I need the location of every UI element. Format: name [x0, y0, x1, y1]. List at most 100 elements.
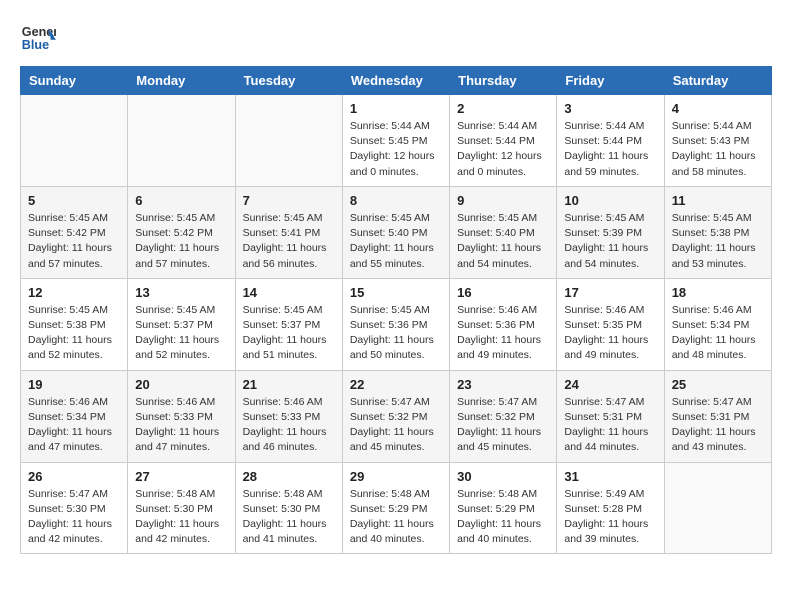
day-number: 24 — [564, 377, 656, 392]
day-cell: 9 Sunrise: 5:45 AM Sunset: 5:40 PM Daylig… — [450, 186, 557, 278]
day-info: Sunrise: 5:46 AM Sunset: 5:36 PM Dayligh… — [457, 303, 549, 364]
day-number: 20 — [135, 377, 227, 392]
day-info: Sunrise: 5:49 AM Sunset: 5:28 PM Dayligh… — [564, 487, 656, 548]
day-info: Sunrise: 5:48 AM Sunset: 5:29 PM Dayligh… — [457, 487, 549, 548]
logo: General Blue — [20, 20, 56, 56]
day-cell: 28 Sunrise: 5:48 AM Sunset: 5:30 PM Dayli… — [235, 462, 342, 554]
weekday-thursday: Thursday — [450, 67, 557, 95]
day-cell: 19Sunrise: 5:46 AM Sunset: 5:34 PM Dayli… — [21, 370, 128, 462]
week-row-2: 5 Sunrise: 5:45 AM Sunset: 5:42 PM Daylig… — [21, 186, 772, 278]
day-number: 27 — [135, 469, 227, 484]
day-number: 4 — [672, 101, 764, 116]
day-cell: 14Sunrise: 5:45 AM Sunset: 5:37 PM Dayli… — [235, 278, 342, 370]
day-number: 7 — [243, 193, 335, 208]
day-info: Sunrise: 5:45 AM Sunset: 5:41 PM Dayligh… — [243, 211, 335, 272]
day-number: 30 — [457, 469, 549, 484]
day-cell: 11 Sunrise: 5:45 AM Sunset: 5:38 PM Dayli… — [664, 186, 771, 278]
day-number: 28 — [243, 469, 335, 484]
day-number: 16 — [457, 285, 549, 300]
weekday-sunday: Sunday — [21, 67, 128, 95]
day-number: 6 — [135, 193, 227, 208]
day-info: Sunrise: 5:44 AM Sunset: 5:43 PM Dayligh… — [672, 119, 764, 180]
day-info: Sunrise: 5:44 AM Sunset: 5:45 PM Dayligh… — [350, 119, 442, 180]
day-number: 8 — [350, 193, 442, 208]
day-cell: 1 Sunrise: 5:44 AM Sunset: 5:45 PM Daylig… — [342, 95, 449, 187]
day-number: 29 — [350, 469, 442, 484]
day-cell: 6 Sunrise: 5:45 AM Sunset: 5:42 PM Daylig… — [128, 186, 235, 278]
day-cell: 10 Sunrise: 5:45 AM Sunset: 5:39 PM Dayli… — [557, 186, 664, 278]
day-cell: 12 Sunrise: 5:45 AM Sunset: 5:38 PM Dayli… — [21, 278, 128, 370]
day-info: Sunrise: 5:48 AM Sunset: 5:29 PM Dayligh… — [350, 487, 442, 548]
day-info: Sunrise: 5:47 AM Sunset: 5:32 PM Dayligh… — [457, 395, 549, 456]
day-cell: 26 Sunrise: 5:47 AM Sunset: 5:30 PM Dayli… — [21, 462, 128, 554]
day-number: 1 — [350, 101, 442, 116]
day-cell: 4 Sunrise: 5:44 AM Sunset: 5:43 PM Daylig… — [664, 95, 771, 187]
day-number: 15 — [350, 285, 442, 300]
day-cell — [664, 462, 771, 554]
day-info: Sunrise: 5:45 AM Sunset: 5:39 PM Dayligh… — [564, 211, 656, 272]
day-number: 14 — [243, 285, 335, 300]
day-info: Sunrise: 5:46 AM Sunset: 5:35 PM Dayligh… — [564, 303, 656, 364]
day-info: Sunrise: 5:45 AM Sunset: 5:38 PM Dayligh… — [672, 211, 764, 272]
day-info: Sunrise: 5:46 AM Sunset: 5:34 PM Dayligh… — [672, 303, 764, 364]
day-number: 26 — [28, 469, 120, 484]
day-number: 17 — [564, 285, 656, 300]
day-cell: 8 Sunrise: 5:45 AM Sunset: 5:40 PM Daylig… — [342, 186, 449, 278]
day-cell: 17 Sunrise: 5:46 AM Sunset: 5:35 PM Dayli… — [557, 278, 664, 370]
day-info: Sunrise: 5:45 AM Sunset: 5:38 PM Dayligh… — [28, 303, 120, 364]
day-number: 9 — [457, 193, 549, 208]
day-number: 25 — [672, 377, 764, 392]
day-info: Sunrise: 5:47 AM Sunset: 5:31 PM Dayligh… — [564, 395, 656, 456]
day-info: Sunrise: 5:45 AM Sunset: 5:40 PM Dayligh… — [350, 211, 442, 272]
day-cell: 21 Sunrise: 5:46 AM Sunset: 5:33 PM Dayli… — [235, 370, 342, 462]
day-cell — [21, 95, 128, 187]
day-info: Sunrise: 5:47 AM Sunset: 5:30 PM Dayligh… — [28, 487, 120, 548]
weekday-saturday: Saturday — [664, 67, 771, 95]
page-header: General Blue — [20, 20, 772, 56]
day-number: 23 — [457, 377, 549, 392]
day-cell: 2Sunrise: 5:44 AM Sunset: 5:44 PM Daylig… — [450, 95, 557, 187]
day-number: 18 — [672, 285, 764, 300]
day-info: Sunrise: 5:46 AM Sunset: 5:33 PM Dayligh… — [135, 395, 227, 456]
day-info: Sunrise: 5:47 AM Sunset: 5:31 PM Dayligh… — [672, 395, 764, 456]
day-cell: 31 Sunrise: 5:49 AM Sunset: 5:28 PM Dayli… — [557, 462, 664, 554]
day-number: 21 — [243, 377, 335, 392]
day-cell: 15Sunrise: 5:45 AM Sunset: 5:36 PM Dayli… — [342, 278, 449, 370]
weekday-friday: Friday — [557, 67, 664, 95]
day-cell: 23 Sunrise: 5:47 AM Sunset: 5:32 PM Dayli… — [450, 370, 557, 462]
day-number: 10 — [564, 193, 656, 208]
day-info: Sunrise: 5:45 AM Sunset: 5:42 PM Dayligh… — [28, 211, 120, 272]
day-number: 22 — [350, 377, 442, 392]
day-number: 31 — [564, 469, 656, 484]
day-cell — [235, 95, 342, 187]
day-info: Sunrise: 5:45 AM Sunset: 5:42 PM Dayligh… — [135, 211, 227, 272]
day-number: 12 — [28, 285, 120, 300]
day-cell — [128, 95, 235, 187]
week-row-5: 26 Sunrise: 5:47 AM Sunset: 5:30 PM Dayli… — [21, 462, 772, 554]
day-number: 11 — [672, 193, 764, 208]
day-info: Sunrise: 5:44 AM Sunset: 5:44 PM Dayligh… — [457, 119, 549, 180]
day-info: Sunrise: 5:45 AM Sunset: 5:40 PM Dayligh… — [457, 211, 549, 272]
day-cell: 3Sunrise: 5:44 AM Sunset: 5:44 PM Daylig… — [557, 95, 664, 187]
day-info: Sunrise: 5:46 AM Sunset: 5:33 PM Dayligh… — [243, 395, 335, 456]
week-row-4: 19Sunrise: 5:46 AM Sunset: 5:34 PM Dayli… — [21, 370, 772, 462]
day-info: Sunrise: 5:47 AM Sunset: 5:32 PM Dayligh… — [350, 395, 442, 456]
day-info: Sunrise: 5:48 AM Sunset: 5:30 PM Dayligh… — [135, 487, 227, 548]
day-number: 5 — [28, 193, 120, 208]
day-info: Sunrise: 5:48 AM Sunset: 5:30 PM Dayligh… — [243, 487, 335, 548]
day-info: Sunrise: 5:44 AM Sunset: 5:44 PM Dayligh… — [564, 119, 656, 180]
week-row-3: 12 Sunrise: 5:45 AM Sunset: 5:38 PM Dayli… — [21, 278, 772, 370]
logo-icon: General Blue — [20, 20, 56, 56]
day-number: 13 — [135, 285, 227, 300]
day-info: Sunrise: 5:45 AM Sunset: 5:37 PM Dayligh… — [135, 303, 227, 364]
calendar-table: SundayMondayTuesdayWednesdayThursdayFrid… — [20, 66, 772, 554]
day-cell: 20 Sunrise: 5:46 AM Sunset: 5:33 PM Dayli… — [128, 370, 235, 462]
day-cell: 27 Sunrise: 5:48 AM Sunset: 5:30 PM Dayli… — [128, 462, 235, 554]
day-cell: 25 Sunrise: 5:47 AM Sunset: 5:31 PM Dayli… — [664, 370, 771, 462]
day-cell: 29 Sunrise: 5:48 AM Sunset: 5:29 PM Dayli… — [342, 462, 449, 554]
day-cell: 24 Sunrise: 5:47 AM Sunset: 5:31 PM Dayli… — [557, 370, 664, 462]
weekday-wednesday: Wednesday — [342, 67, 449, 95]
day-number: 19 — [28, 377, 120, 392]
day-cell: 7 Sunrise: 5:45 AM Sunset: 5:41 PM Daylig… — [235, 186, 342, 278]
day-cell: 18 Sunrise: 5:46 AM Sunset: 5:34 PM Dayli… — [664, 278, 771, 370]
